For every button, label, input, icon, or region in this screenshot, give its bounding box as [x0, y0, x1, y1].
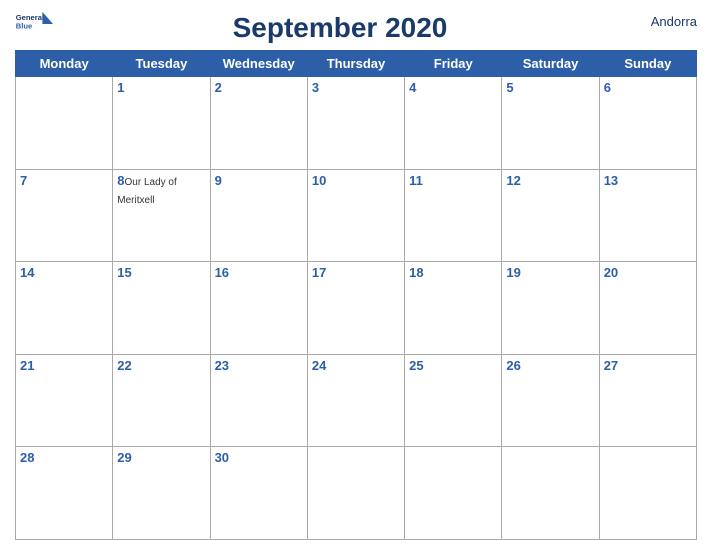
calendar-cell-w5d1: 28 — [16, 447, 113, 540]
day-header-wednesday: Wednesday — [210, 51, 307, 77]
day-number-26: 26 — [506, 358, 520, 373]
calendar-body: 12345678Our Lady of Meritxell91011121314… — [16, 77, 697, 540]
day-number-18: 18 — [409, 265, 423, 280]
day-number-19: 19 — [506, 265, 520, 280]
day-number-14: 14 — [20, 265, 34, 280]
calendar-cell-w5d7 — [599, 447, 696, 540]
calendar-cell-w2d5: 11 — [405, 169, 502, 262]
day-header-saturday: Saturday — [502, 51, 599, 77]
calendar-cell-w3d6: 19 — [502, 262, 599, 355]
day-number-2: 2 — [215, 80, 222, 95]
day-number-1: 1 — [117, 80, 124, 95]
day-number-13: 13 — [604, 173, 618, 188]
calendar-cell-w1d7: 6 — [599, 77, 696, 170]
day-number-10: 10 — [312, 173, 326, 188]
calendar-cell-w2d7: 13 — [599, 169, 696, 262]
week-row-3: 14 15 16 17 18 19 20 — [16, 262, 697, 355]
calendar-cell-w3d5: 18 — [405, 262, 502, 355]
page: General Blue September 2020 Andorra Mond… — [0, 0, 712, 550]
day-header-thursday: Thursday — [307, 51, 404, 77]
calendar-cell-w4d1: 21 — [16, 354, 113, 447]
calendar-cell-w4d4: 24 — [307, 354, 404, 447]
day-number-24: 24 — [312, 358, 326, 373]
calendar-cell-w1d4: 3 — [307, 77, 404, 170]
calendar-cell-w4d2: 22 — [113, 354, 210, 447]
calendar-cell-w5d2: 29 — [113, 447, 210, 540]
day-number-17: 17 — [312, 265, 326, 280]
calendar-cell-w3d1: 14 — [16, 262, 113, 355]
day-number-3: 3 — [312, 80, 319, 95]
day-number-8: 8 — [117, 173, 124, 188]
day-number-9: 9 — [215, 173, 222, 188]
day-number-5: 5 — [506, 80, 513, 95]
day-number-6: 6 — [604, 80, 611, 95]
logo: General Blue — [15, 10, 53, 38]
calendar-cell-w2d3: 9 — [210, 169, 307, 262]
week-row-1: 1 2 3 4 5 6 — [16, 77, 697, 170]
day-number-23: 23 — [215, 358, 229, 373]
week-row-2: 7 8Our Lady of Meritxell 9 10 11 12 13 — [16, 169, 697, 262]
calendar-cell-w3d3: 16 — [210, 262, 307, 355]
day-number-30: 30 — [215, 450, 229, 465]
calendar-cell-w5d6 — [502, 447, 599, 540]
calendar-cell-w5d5 — [405, 447, 502, 540]
day-number-11: 11 — [409, 173, 423, 188]
calendar-cell-w4d7: 27 — [599, 354, 696, 447]
week-row-4: 21 22 23 24 25 26 27 — [16, 354, 697, 447]
day-number-20: 20 — [604, 265, 618, 280]
day-number-22: 22 — [117, 358, 131, 373]
calendar-cell-w1d2: 1 — [113, 77, 210, 170]
calendar-title: September 2020 — [53, 12, 627, 44]
day-header-friday: Friday — [405, 51, 502, 77]
calendar-cell-w4d3: 23 — [210, 354, 307, 447]
day-number-15: 15 — [117, 265, 131, 280]
calendar-cell-w2d4: 10 — [307, 169, 404, 262]
svg-text:Blue: Blue — [16, 22, 32, 31]
calendar-cell-w4d6: 26 — [502, 354, 599, 447]
day-header-sunday: Sunday — [599, 51, 696, 77]
day-number-16: 16 — [215, 265, 229, 280]
day-number-25: 25 — [409, 358, 423, 373]
calendar-cell-w1d5: 4 — [405, 77, 502, 170]
day-number-21: 21 — [20, 358, 34, 373]
day-header-tuesday: Tuesday — [113, 51, 210, 77]
day-number-12: 12 — [506, 173, 520, 188]
calendar-cell-w3d4: 17 — [307, 262, 404, 355]
calendar-cell-w2d1: 7 — [16, 169, 113, 262]
country-label: Andorra — [627, 10, 697, 29]
calendar-cell-w5d3: 30 — [210, 447, 307, 540]
header: General Blue September 2020 Andorra — [15, 10, 697, 44]
calendar-table: Monday Tuesday Wednesday Thursday Friday… — [15, 50, 697, 540]
day-number-7: 7 — [20, 173, 27, 188]
calendar-cell-w1d1 — [16, 77, 113, 170]
day-header-monday: Monday — [16, 51, 113, 77]
event-text-8: Our Lady of Meritxell — [117, 177, 177, 206]
calendar-cell-w2d6: 12 — [502, 169, 599, 262]
calendar-cell-w1d6: 5 — [502, 77, 599, 170]
general-blue-logo-icon: General Blue — [15, 10, 53, 38]
calendar-cell-w2d2: 8Our Lady of Meritxell — [113, 169, 210, 262]
week-row-5: 28 29 30 — [16, 447, 697, 540]
days-header-row: Monday Tuesday Wednesday Thursday Friday… — [16, 51, 697, 77]
day-number-28: 28 — [20, 450, 34, 465]
calendar-cell-w3d7: 20 — [599, 262, 696, 355]
calendar-cell-w4d5: 25 — [405, 354, 502, 447]
calendar-cell-w1d3: 2 — [210, 77, 307, 170]
calendar-cell-w3d2: 15 — [113, 262, 210, 355]
calendar-cell-w5d4 — [307, 447, 404, 540]
day-number-27: 27 — [604, 358, 618, 373]
day-number-4: 4 — [409, 80, 416, 95]
day-number-29: 29 — [117, 450, 131, 465]
